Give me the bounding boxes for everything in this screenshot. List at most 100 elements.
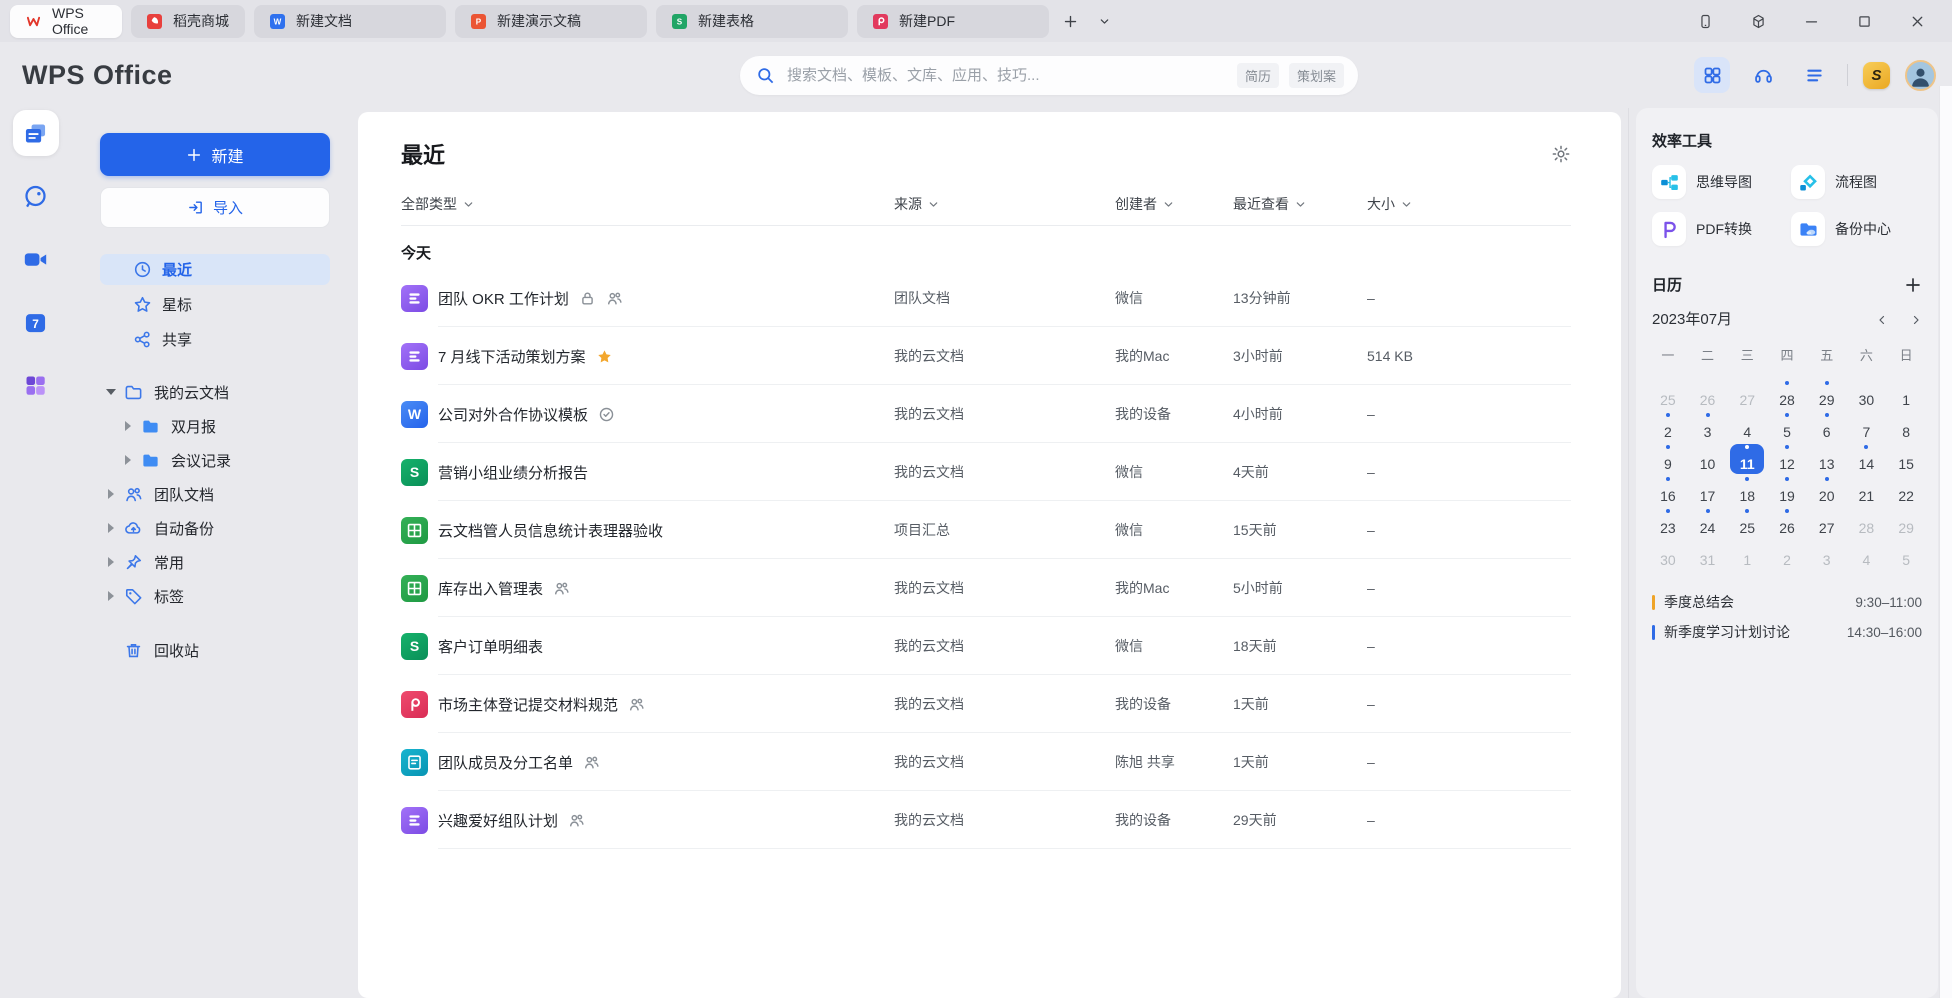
- calendar-day[interactable]: 30: [1847, 379, 1887, 411]
- chevron-collapsed-icon[interactable]: [98, 591, 124, 601]
- rail-chat[interactable]: [13, 173, 59, 219]
- file-row[interactable]: 团队成员及分工名单我的云文档陈旭 共享1天前–: [358, 733, 1621, 791]
- calendar-day[interactable]: 5: [1886, 539, 1926, 571]
- chevron-collapsed-icon[interactable]: [98, 523, 124, 533]
- calendar-next-button[interactable]: [1910, 313, 1922, 325]
- calendar-day[interactable]: 9: [1648, 443, 1688, 475]
- calendar-day[interactable]: 13: [1807, 443, 1847, 475]
- close-button[interactable]: [1909, 13, 1926, 30]
- calendar-day[interactable]: 25: [1727, 507, 1767, 539]
- file-row[interactable]: 7 月线下活动策划方案我的云文档我的Mac3小时前514 KB: [358, 327, 1621, 385]
- sidebar-item-starred[interactable]: 星标: [100, 289, 330, 320]
- filter-0[interactable]: 全部类型: [401, 194, 894, 214]
- add-event-button[interactable]: [1904, 276, 1922, 294]
- minimize-button[interactable]: [1803, 13, 1820, 30]
- calendar-day[interactable]: 20: [1807, 475, 1847, 507]
- tree-item-auto-backup[interactable]: 自动备份: [71, 511, 358, 545]
- calendar-day[interactable]: 2: [1767, 539, 1807, 571]
- rail-meeting[interactable]: [13, 236, 59, 282]
- file-row[interactable]: 云文档管人员信息统计表理器验收项目汇总微信15天前–: [358, 501, 1621, 559]
- calendar-prev-button[interactable]: [1876, 313, 1888, 325]
- calendar-day[interactable]: 7: [1847, 411, 1887, 443]
- calendar-day[interactable]: 16: [1648, 475, 1688, 507]
- support-headset-button[interactable]: [1745, 57, 1781, 93]
- tab-new-pdf[interactable]: 新建PDF: [857, 5, 1049, 38]
- tab-wps-office[interactable]: WPS Office: [10, 5, 122, 38]
- search-tag-resume[interactable]: 简历: [1237, 63, 1279, 88]
- global-search-bar[interactable]: 简历 策划案: [740, 56, 1358, 95]
- apps-grid-button[interactable]: [1694, 57, 1730, 93]
- calendar-day[interactable]: 10: [1688, 443, 1728, 475]
- calendar-day[interactable]: 28: [1847, 507, 1887, 539]
- chevron-collapsed-icon[interactable]: [98, 489, 124, 499]
- menu-button[interactable]: [1796, 57, 1832, 93]
- sidebar-item-recent[interactable]: 最近: [100, 254, 330, 285]
- scrollbar-track[interactable]: [1939, 86, 1952, 998]
- settings-gear-icon[interactable]: [1551, 144, 1571, 164]
- tool-flowchart[interactable]: 流程图: [1791, 165, 1922, 199]
- search-input[interactable]: [785, 66, 1227, 85]
- calendar-day[interactable]: 18: [1727, 475, 1767, 507]
- calendar-day[interactable]: 1: [1886, 379, 1926, 411]
- calendar-event[interactable]: 新季度学习计划讨论14:30–16:00: [1652, 617, 1922, 647]
- rail-docs[interactable]: [13, 110, 59, 156]
- calendar-day[interactable]: 14: [1847, 443, 1887, 475]
- calendar-day[interactable]: 17: [1688, 475, 1728, 507]
- calendar-day[interactable]: 24: [1688, 507, 1728, 539]
- sidebar-item-shared[interactable]: 共享: [100, 324, 330, 355]
- file-row[interactable]: 市场主体登记提交材料规范我的云文档我的设备1天前–: [358, 675, 1621, 733]
- tool-mindmap[interactable]: 思维导图: [1652, 165, 1783, 199]
- calendar-day[interactable]: 5: [1767, 411, 1807, 443]
- maximize-button[interactable]: [1856, 13, 1873, 30]
- workspace-button[interactable]: [1750, 13, 1767, 30]
- tab-docer-mall[interactable]: 稻壳商城: [131, 5, 245, 38]
- file-row[interactable]: 兴趣爱好组队计划我的云文档我的设备29天前–: [358, 791, 1621, 849]
- calendar-day[interactable]: 3: [1688, 411, 1728, 443]
- calendar-day[interactable]: 23: [1648, 507, 1688, 539]
- calendar-day[interactable]: 27: [1807, 507, 1847, 539]
- tree-item-frequent[interactable]: 常用: [71, 545, 358, 579]
- file-row[interactable]: 团队 OKR 工作计划团队文档微信13分钟前–: [358, 269, 1621, 327]
- tab-new-document[interactable]: W新建文档: [254, 5, 446, 38]
- calendar-day[interactable]: 25: [1648, 379, 1688, 411]
- new-tab-button[interactable]: [1057, 8, 1083, 34]
- calendar-day[interactable]: 26: [1688, 379, 1728, 411]
- file-row[interactable]: W公司对外合作协议模板我的云文档我的设备4小时前–: [358, 385, 1621, 443]
- calendar-day[interactable]: 4: [1727, 411, 1767, 443]
- file-row[interactable]: 库存出入管理表我的云文档我的Mac5小时前–: [358, 559, 1621, 617]
- calendar-day[interactable]: 12: [1767, 443, 1807, 475]
- tree-item-labels[interactable]: 标签: [71, 579, 358, 613]
- tree-item-team-docs[interactable]: 团队文档: [71, 477, 358, 511]
- calendar-day[interactable]: 8: [1886, 411, 1926, 443]
- chevron-collapsed-icon[interactable]: [115, 455, 141, 465]
- chevron-collapsed-icon[interactable]: [98, 557, 124, 567]
- calendar-day[interactable]: 15: [1886, 443, 1926, 475]
- file-row[interactable]: S营销小组业绩分析报告我的云文档微信4天前–: [358, 443, 1621, 501]
- calendar-day[interactable]: 1: [1727, 539, 1767, 571]
- calendar-day-selected[interactable]: 11: [1727, 443, 1767, 475]
- tree-item-my-cloud-docs[interactable]: 我的云文档: [71, 375, 358, 409]
- calendar-day[interactable]: 28: [1767, 379, 1807, 411]
- calendar-day[interactable]: 31: [1688, 539, 1728, 571]
- calendar-day[interactable]: 29: [1807, 379, 1847, 411]
- calendar-day[interactable]: 26: [1767, 507, 1807, 539]
- vip-badge[interactable]: S: [1863, 62, 1890, 89]
- calendar-day[interactable]: 3: [1807, 539, 1847, 571]
- mobile-link-button[interactable]: [1697, 13, 1714, 30]
- filter-4[interactable]: 大小: [1367, 194, 1571, 214]
- import-button[interactable]: 导入: [100, 187, 330, 228]
- new-document-button[interactable]: 新建: [100, 133, 330, 176]
- user-avatar[interactable]: [1905, 60, 1936, 91]
- search-tag-plan[interactable]: 策划案: [1289, 63, 1344, 88]
- calendar-day[interactable]: 21: [1847, 475, 1887, 507]
- tool-backup-center[interactable]: 备份中心: [1791, 212, 1922, 246]
- calendar-day[interactable]: 19: [1767, 475, 1807, 507]
- calendar-day[interactable]: 30: [1648, 539, 1688, 571]
- rail-calendar[interactable]: 7: [13, 299, 59, 345]
- rail-apps[interactable]: [13, 362, 59, 408]
- calendar-event[interactable]: 季度总结会9:30–11:00: [1652, 587, 1922, 617]
- calendar-day[interactable]: 22: [1886, 475, 1926, 507]
- chevron-expanded-icon[interactable]: [98, 389, 124, 395]
- file-row[interactable]: S客户订单明细表我的云文档微信18天前–: [358, 617, 1621, 675]
- tree-item-meeting-notes[interactable]: 会议记录: [71, 443, 358, 477]
